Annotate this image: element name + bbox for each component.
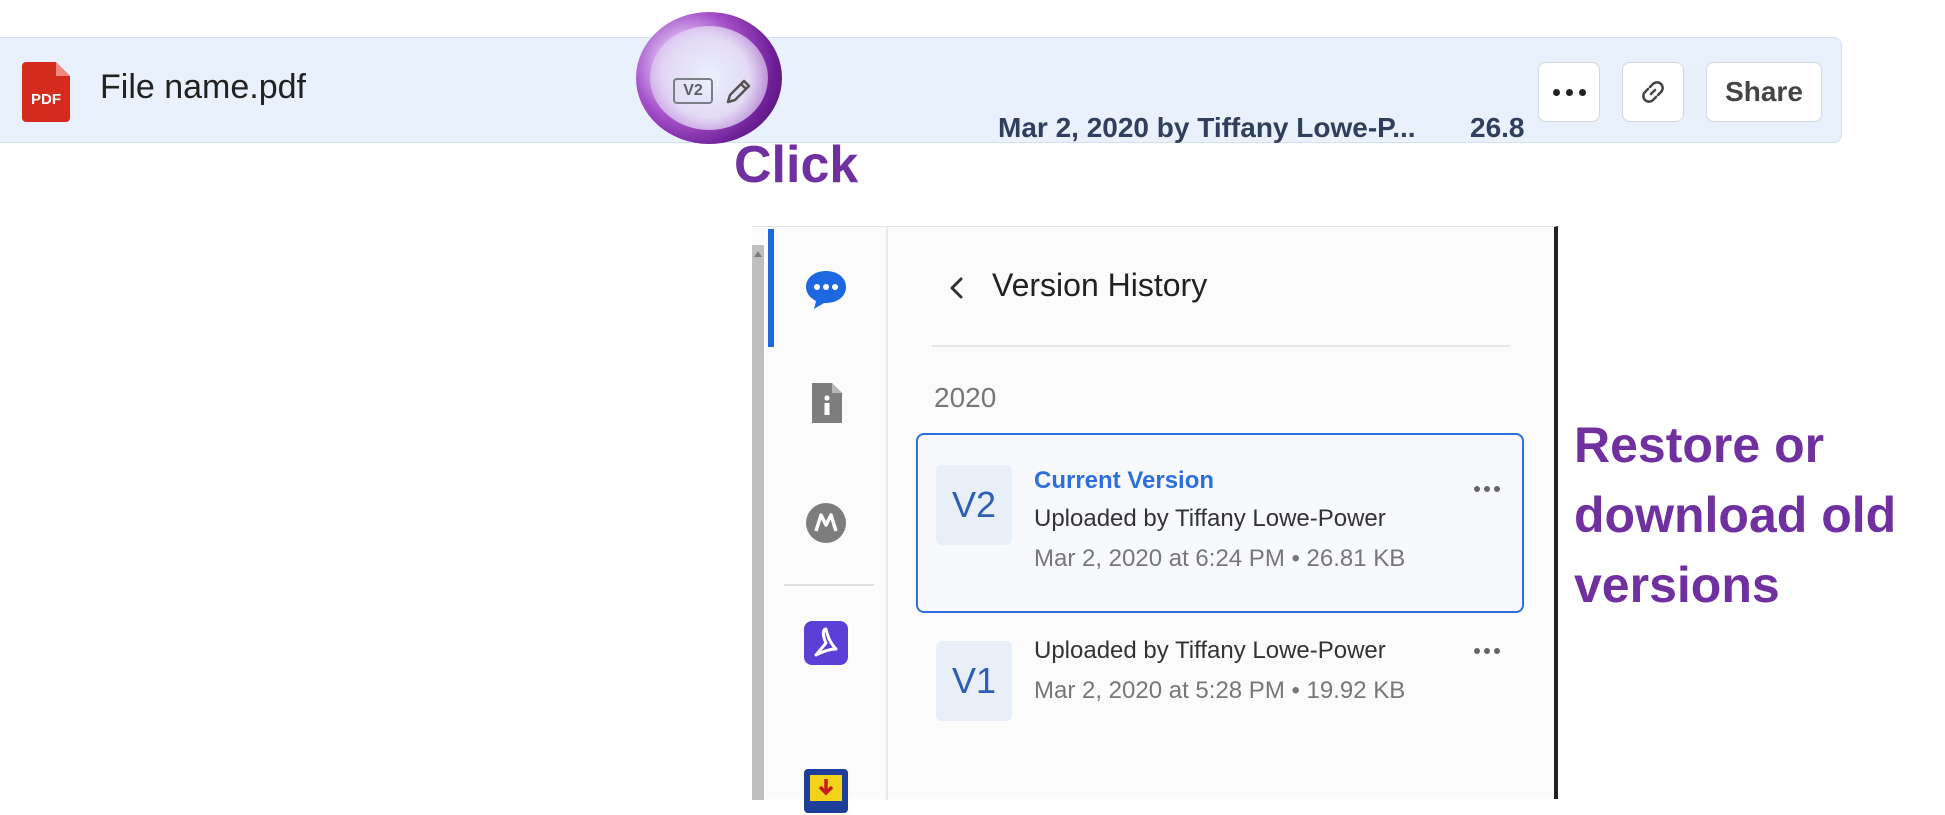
more-options-button[interactable]: [1538, 62, 1600, 122]
version-year-heading: 2020: [934, 382, 997, 413]
version-card-current[interactable]: V2 Current Version Uploaded by Tiffany L…: [916, 433, 1524, 613]
version-more-icon[interactable]: [1472, 479, 1502, 497]
version-more-icon[interactable]: [1472, 641, 1502, 659]
pencil-icon[interactable]: [722, 74, 756, 108]
pdf-badge-text: PDF: [31, 91, 61, 108]
share-button[interactable]: Share: [1706, 62, 1822, 122]
modified-info: Mar 2, 2020 by Tiffany Lowe-P...: [998, 112, 1416, 143]
uploaded-by: Uploaded by Tiffany Lowe-Power: [1034, 637, 1386, 664]
adobe-acrobat-icon[interactable]: [802, 619, 850, 667]
comment-bubble-icon[interactable]: [802, 265, 850, 313]
download-app-icon[interactable]: [802, 767, 850, 815]
back-chevron-icon[interactable]: [942, 273, 972, 303]
uploaded-by: Uploaded by Tiffany Lowe-Power: [1034, 505, 1386, 532]
m-logo-icon[interactable]: [802, 499, 850, 547]
scrollbar[interactable]: [752, 245, 764, 800]
link-icon: [1642, 81, 1664, 103]
file-info-icon[interactable]: [802, 379, 850, 427]
version-history-panel: Version History 2020 V2 Current Version …: [752, 226, 1558, 813]
pdf-file-icon: PDF: [22, 62, 70, 122]
current-version-label: Current Version: [1034, 467, 1215, 494]
file-name[interactable]: File name.pdf: [100, 68, 306, 107]
version-badge[interactable]: V2: [673, 78, 713, 104]
version-number: V2: [936, 465, 1012, 545]
restore-annotation: Restore or download old versions: [1574, 417, 1897, 613]
version-meta: Mar 2, 2020 at 5:28 PM • 19.92 KB: [1034, 677, 1406, 704]
active-tab-indicator: [768, 229, 774, 347]
version-number: V1: [936, 641, 1012, 721]
click-annotation: Click: [734, 136, 859, 194]
version-card-v1[interactable]: V1 Uploaded by Tiffany Lowe-Power Mar 2,…: [916, 611, 1524, 771]
version-meta: Mar 2, 2020 at 6:24 PM • 26.81 KB: [1034, 545, 1406, 572]
copy-link-button[interactable]: [1622, 62, 1684, 122]
file-size: 26.8: [1470, 112, 1525, 143]
version-history-title: Version History: [992, 267, 1208, 303]
more-options-icon: [1550, 83, 1589, 101]
